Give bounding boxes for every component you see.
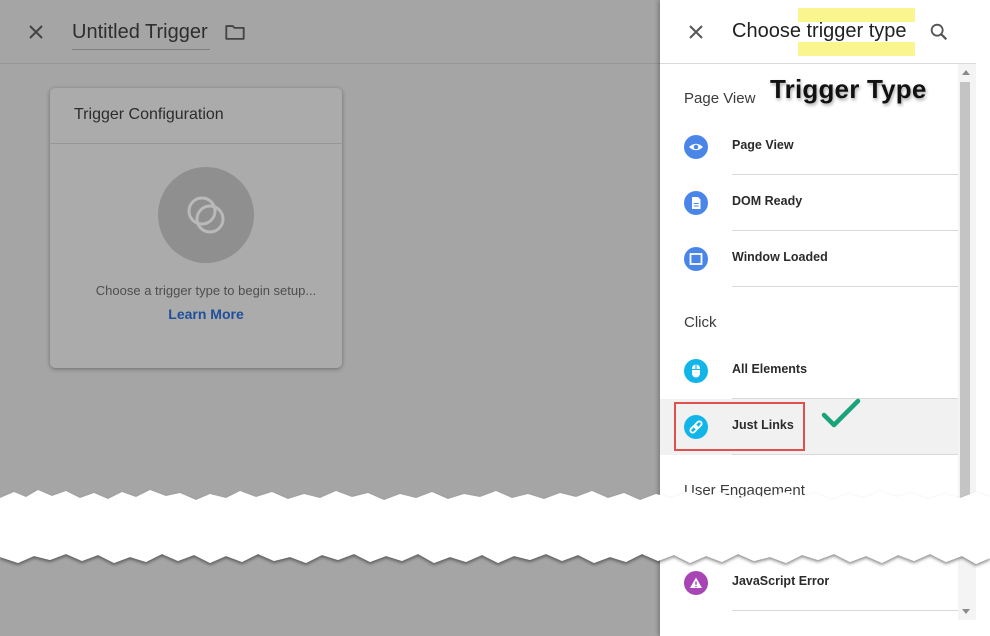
trigger-item-all-elements[interactable]: All Elements bbox=[660, 343, 958, 399]
panel-header: Choose trigger type bbox=[660, 0, 976, 64]
section-title-click: Click bbox=[684, 314, 717, 331]
checkmark-icon bbox=[821, 398, 861, 428]
item-divider bbox=[732, 454, 958, 455]
torn-paper-effect bbox=[0, 490, 990, 564]
trigger-configuration-card[interactable]: Trigger Configuration Choose a trigger t… bbox=[50, 88, 342, 368]
document-icon bbox=[684, 191, 708, 215]
selection-highlight-box bbox=[674, 402, 805, 451]
trigger-item-label: JavaScript Error bbox=[732, 574, 830, 588]
section-title-page-view: Page View bbox=[684, 90, 756, 107]
screen: Untitled Trigger Trigger Configuration C… bbox=[0, 0, 990, 636]
trigger-item-label: All Elements bbox=[732, 362, 808, 376]
trigger-item-window-loaded[interactable]: Window Loaded bbox=[660, 231, 958, 287]
trigger-name-field[interactable]: Untitled Trigger bbox=[72, 18, 210, 50]
item-divider bbox=[732, 610, 958, 611]
mouse-icon bbox=[684, 359, 708, 383]
learn-more-link[interactable]: Learn More bbox=[50, 306, 362, 322]
scroll-thumb[interactable] bbox=[960, 82, 970, 527]
eye-icon bbox=[684, 135, 708, 159]
card-title: Trigger Configuration bbox=[74, 106, 224, 123]
trigger-placeholder-icon[interactable] bbox=[158, 167, 254, 263]
trigger-item-label: DOM Ready bbox=[732, 194, 803, 208]
trigger-item-page-view[interactable]: Page View bbox=[660, 119, 958, 175]
scroll-up-arrow-icon[interactable] bbox=[962, 70, 970, 75]
warning-icon bbox=[684, 571, 708, 595]
search-icon[interactable] bbox=[928, 21, 950, 43]
annotation-label: Trigger Type bbox=[770, 74, 927, 104]
trigger-item-dom-ready[interactable]: DOM Ready bbox=[660, 175, 958, 231]
item-divider bbox=[732, 286, 958, 287]
trigger-item-label: Window Loaded bbox=[732, 250, 828, 264]
card-divider bbox=[50, 143, 342, 144]
card-hint: Choose a trigger type to begin setup... bbox=[95, 283, 317, 298]
folder-icon[interactable] bbox=[224, 21, 246, 43]
scroll-down-arrow-icon[interactable] bbox=[962, 609, 970, 614]
close-icon[interactable] bbox=[684, 20, 708, 44]
close-icon[interactable] bbox=[24, 20, 48, 44]
window-icon bbox=[684, 247, 708, 271]
trigger-item-label: Page View bbox=[732, 138, 794, 152]
panel-title: Choose trigger type bbox=[732, 20, 907, 42]
workspace-topbar: Untitled Trigger bbox=[0, 0, 660, 64]
